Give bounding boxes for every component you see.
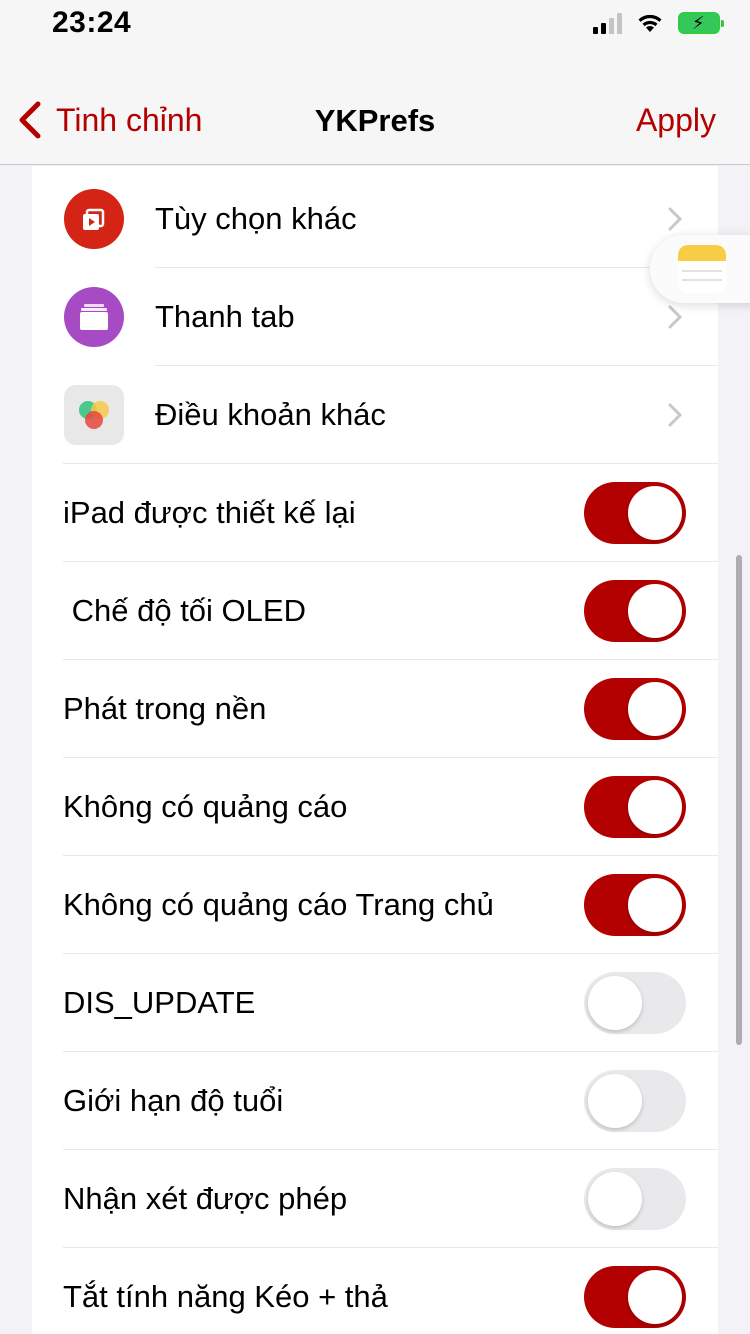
- toggle-switch[interactable]: [584, 1266, 686, 1328]
- toggle-switch[interactable]: [584, 972, 686, 1034]
- toggle-row-ipad-redesign: iPad được thiết kế lại: [32, 464, 718, 562]
- colorful-circles-icon: [64, 385, 124, 445]
- row-label: Chế độ tối OLED: [63, 593, 306, 628]
- row-label: Tùy chọn khác: [155, 201, 357, 236]
- row-label: Không có quảng cáo Trang chủ: [63, 887, 494, 922]
- notes-icon: [678, 245, 726, 293]
- signal-icon: [593, 12, 622, 34]
- toggle-row-no-home-ads: Không có quảng cáo Trang chủ: [32, 856, 718, 954]
- row-label: Phát trong nền: [63, 691, 267, 726]
- list-item-tuy-chon-khac[interactable]: Tùy chọn khác: [32, 170, 718, 268]
- toggle-switch[interactable]: [584, 482, 686, 544]
- list-item-dieu-khoan-khac[interactable]: Điều khoản khác: [32, 366, 718, 464]
- scroll-indicator[interactable]: [736, 555, 742, 1045]
- navigation-bar: Tinh chỉnh YKPrefs Apply: [0, 60, 750, 165]
- toggle-row-age-restriction: Giới hạn độ tuổi: [32, 1052, 718, 1150]
- toggle-row-no-ads: Không có quảng cáo: [32, 758, 718, 856]
- toggle-switch[interactable]: [584, 1070, 686, 1132]
- chevron-right-icon: [668, 403, 682, 427]
- toggle-switch[interactable]: [584, 776, 686, 838]
- list-item-thanh-tab[interactable]: Thanh tab: [32, 268, 718, 366]
- row-label: DIS_UPDATE: [63, 985, 256, 1020]
- toggle-row-comments-allowed: Nhận xét được phép: [32, 1150, 718, 1248]
- row-label: Điều khoản khác: [155, 397, 386, 432]
- apply-button[interactable]: Apply: [636, 102, 716, 139]
- toggle-row-dis-update: DIS_UPDATE: [32, 954, 718, 1052]
- toggle-row-background-playback: Phát trong nền: [32, 660, 718, 758]
- wifi-icon: [638, 14, 662, 32]
- battery-charging-icon: ⚡: [678, 12, 724, 34]
- chevron-right-icon: [668, 207, 682, 231]
- chevron-right-icon: [668, 305, 682, 329]
- floating-notes-bubble[interactable]: [650, 235, 750, 303]
- row-label: Giới hạn độ tuổi: [63, 1083, 284, 1118]
- row-label: Thanh tab: [155, 299, 295, 334]
- row-label: Không có quảng cáo: [63, 789, 348, 824]
- toggle-switch[interactable]: [584, 678, 686, 740]
- status-icons: ⚡: [593, 10, 724, 36]
- row-label: Tắt tính năng Kéo + thả: [63, 1279, 388, 1314]
- toggle-switch[interactable]: [584, 580, 686, 642]
- toggle-switch[interactable]: [584, 874, 686, 936]
- row-label: Nhận xét được phép: [63, 1181, 348, 1216]
- toggle-row-disable-drag-drop: Tắt tính năng Kéo + thả: [32, 1248, 718, 1334]
- status-time: 23:24: [52, 6, 132, 39]
- settings-list: Tùy chọn khác Thanh tab Điều khoản khác …: [32, 166, 718, 1334]
- row-label: iPad được thiết kế lại: [63, 495, 356, 530]
- tab-bar-icon: [64, 287, 124, 347]
- status-bar: 23:24 ⚡: [0, 0, 750, 60]
- toggle-row-oled-dark-mode: Chế độ tối OLED: [32, 562, 718, 660]
- toggle-switch[interactable]: [584, 1168, 686, 1230]
- youtube-playlist-icon: [64, 189, 124, 249]
